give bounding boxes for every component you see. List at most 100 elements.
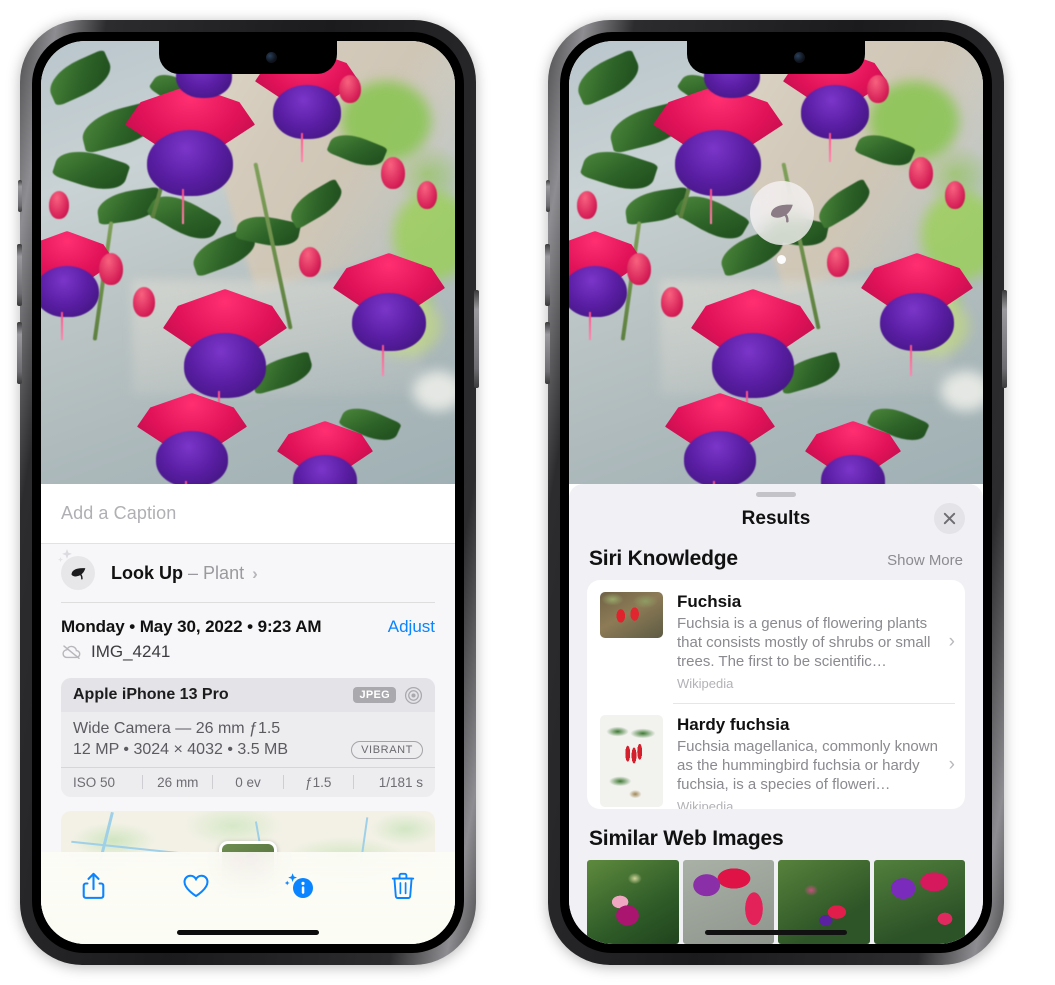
info-button[interactable] <box>278 866 322 906</box>
volume-up-button[interactable] <box>17 244 22 306</box>
flower-bud <box>909 157 933 189</box>
result-title: Fuchsia <box>677 592 742 612</box>
silent-switch[interactable] <box>18 180 22 212</box>
iphone-left-frame: Add a Caption Look Up – Plant › Monday •… <box>17 20 479 965</box>
share-button[interactable] <box>71 866 115 906</box>
results-title: Results <box>741 507 811 529</box>
look-up-subject: Plant <box>203 562 245 583</box>
power-button[interactable] <box>1002 290 1007 388</box>
result-body: Fuchsia Fuchsia is a genus of flowering … <box>677 592 947 691</box>
fuchsia-flower <box>163 289 287 426</box>
stamen <box>182 188 185 225</box>
stamen <box>710 188 713 225</box>
result-description: Fuchsia magellanica, commonly known as t… <box>677 738 938 794</box>
volume-down-button[interactable] <box>545 322 550 384</box>
result-thumbnail <box>600 592 663 639</box>
fuchsia-flower <box>861 253 973 376</box>
stamen <box>382 344 385 376</box>
web-image-thumbnail[interactable] <box>873 860 965 944</box>
visual-look-up-badge[interactable] <box>750 181 814 245</box>
home-indicator[interactable] <box>705 930 847 935</box>
knowledge-result-row[interactable]: Fuchsia Fuchsia is a genus of flowering … <box>587 580 965 703</box>
delete-button[interactable] <box>381 866 425 906</box>
share-icon <box>82 872 104 899</box>
exif-ev: 0 ev <box>235 774 261 790</box>
look-up-block: Look Up – Plant › Monday • May 30, 2022 … <box>41 544 455 893</box>
photo-info-sheet: Add a Caption Look Up – Plant › Monday •… <box>41 484 455 944</box>
bokeh-light <box>941 371 983 411</box>
look-up-row[interactable]: Look Up – Plant › <box>41 544 455 602</box>
heart-icon <box>183 874 209 898</box>
knowledge-result-row[interactable]: Hardy fuchsia Fuchsia magellanica, commo… <box>587 703 965 809</box>
flower-bud <box>661 287 683 317</box>
fuchsia-flower <box>665 393 775 484</box>
photo-viewer[interactable] <box>41 41 455 484</box>
corolla <box>675 129 761 196</box>
metadata-top-row: Monday • May 30, 2022 • 9:23 AM Adjust <box>61 617 435 637</box>
result-body: Hardy fuchsia Fuchsia magellanica, commo… <box>677 715 947 809</box>
aperture-icon <box>404 686 423 704</box>
corolla <box>880 292 954 351</box>
siri-knowledge-card: Fuchsia Fuchsia is a genus of flowering … <box>587 580 965 809</box>
volume-up-button[interactable] <box>545 244 550 306</box>
favorite-button[interactable] <box>174 866 218 906</box>
chevron-right-icon: › <box>948 630 955 652</box>
home-indicator[interactable] <box>177 930 319 935</box>
look-up-label: Look Up – Plant › <box>111 563 258 584</box>
flower-bud <box>133 287 155 317</box>
close-icon <box>943 512 956 524</box>
stamen <box>910 344 913 376</box>
siri-knowledge-header: Siri Knowledge Show More <box>569 541 983 580</box>
caption-placeholder: Add a Caption <box>61 503 177 523</box>
corolla <box>800 85 870 140</box>
flower-bud <box>417 181 437 209</box>
power-button[interactable] <box>474 290 479 388</box>
stamen <box>61 311 64 340</box>
show-more-button[interactable]: Show More <box>887 552 963 569</box>
leaf-icon <box>57 549 95 590</box>
notch <box>159 41 337 74</box>
results-header: Results <box>569 497 983 542</box>
flower-bud <box>827 247 849 277</box>
format-badge: JPEG <box>353 687 396 703</box>
volume-down-button[interactable] <box>17 322 22 384</box>
corolla <box>184 333 266 399</box>
exif-focal: 26 mm <box>157 774 199 790</box>
siri-knowledge-title: Siri Knowledge <box>589 547 738 571</box>
size-row: 12 MP • 3024 × 4032 • 3.5 MB VIBRANT <box>73 740 423 759</box>
exif-stats-row: ISO 50 26 mm 0 ev ƒ1.5 1/181 s <box>61 766 435 797</box>
exif-shutter: 1/181 s <box>378 774 424 790</box>
fuchsia-flower <box>333 253 445 376</box>
result-description: Fuchsia is a genus of flowering plants t… <box>677 615 931 671</box>
silent-switch[interactable] <box>546 180 550 212</box>
stamen <box>828 133 831 163</box>
screenshot-stage: Add a Caption Look Up – Plant › Monday •… <box>0 0 1055 985</box>
fuchsia-flower <box>691 289 815 426</box>
adjust-button[interactable]: Adjust <box>388 617 435 637</box>
exif-card[interactable]: Apple iPhone 13 Pro JPEG Wide Camera — 2… <box>61 677 435 797</box>
exif-iso: ISO 50 <box>73 774 116 790</box>
iphone-left-bezel: Add a Caption Look Up – Plant › Monday •… <box>32 32 464 953</box>
fuchsia-flower <box>137 393 247 484</box>
corolla <box>683 431 757 484</box>
photo-viewer[interactable] <box>569 41 983 484</box>
stamen <box>300 133 303 163</box>
iphone-right-bezel: Results Siri Knowledge Show More Fuchsia… <box>560 32 992 953</box>
fuchsia-flower <box>277 421 373 484</box>
fuchsia-flower <box>805 421 901 484</box>
close-button[interactable] <box>934 502 965 534</box>
info-sparkle-icon <box>284 873 313 898</box>
corolla <box>272 85 342 140</box>
exif-header: Apple iPhone 13 Pro JPEG <box>61 677 435 712</box>
front-camera-icon <box>265 52 277 63</box>
web-image-thumbnail[interactable] <box>587 860 679 944</box>
similar-web-images-header: Similar Web Images <box>569 809 983 858</box>
trash-icon <box>391 872 415 899</box>
corolla <box>569 265 627 318</box>
corolla <box>712 333 794 399</box>
corolla <box>147 129 233 196</box>
corolla <box>352 292 426 351</box>
caption-input[interactable]: Add a Caption <box>41 484 455 544</box>
exif-body: Wide Camera — 26 mm ƒ1.5 12 MP • 3024 × … <box>61 712 435 767</box>
exif-aperture: ƒ1.5 <box>305 774 332 790</box>
